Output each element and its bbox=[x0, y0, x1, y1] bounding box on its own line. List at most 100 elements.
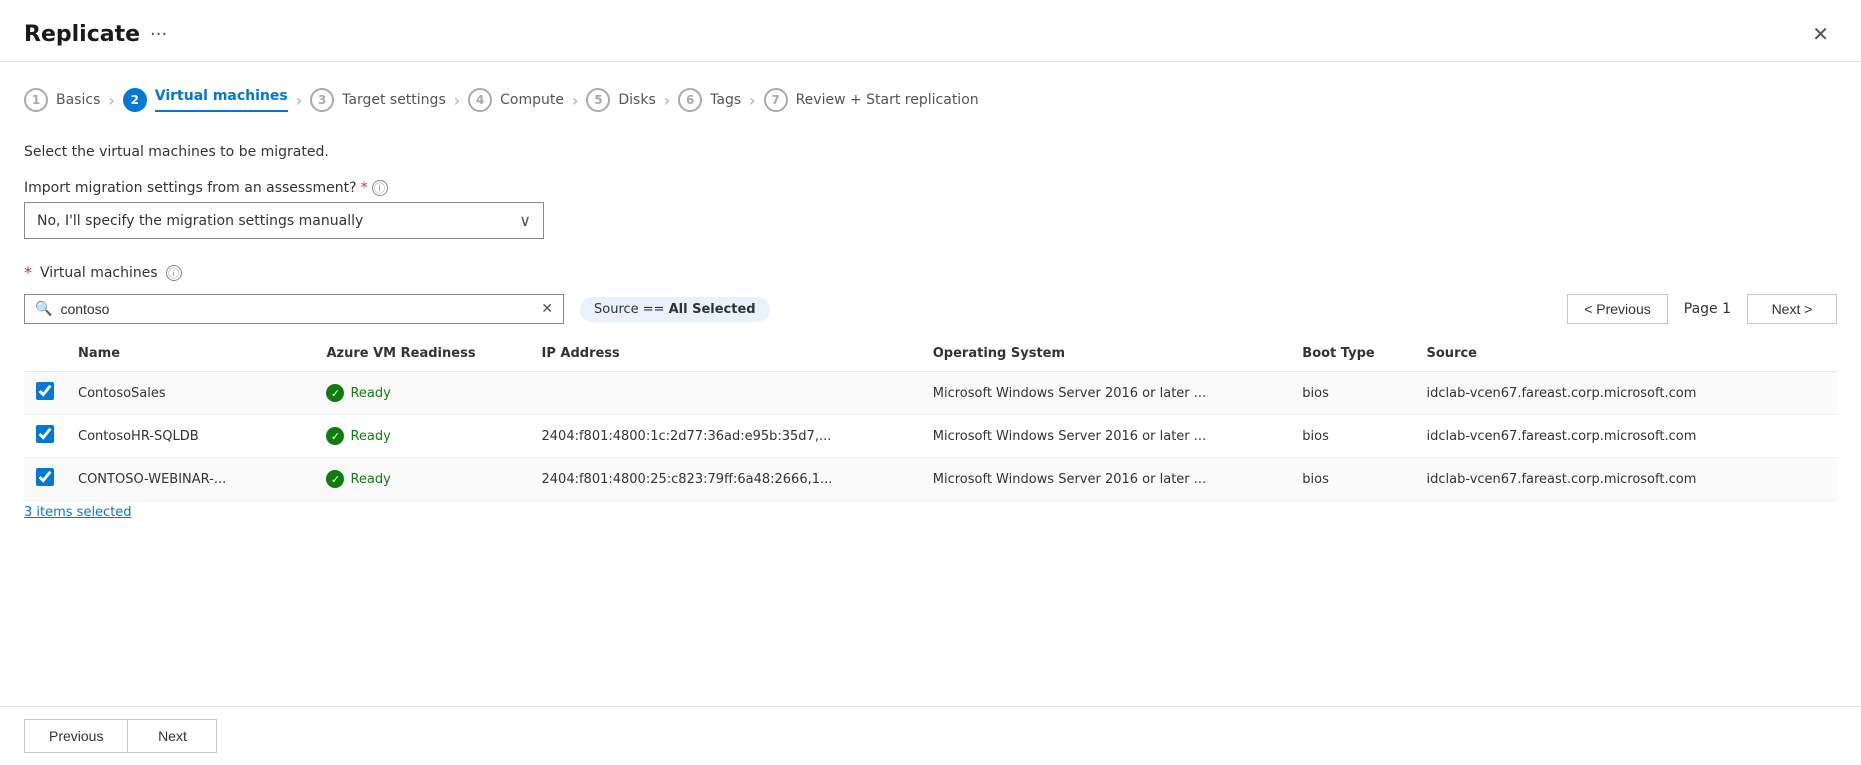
col-os-header: Operating System bbox=[921, 336, 1291, 372]
search-box[interactable]: 🔍 ✕ bbox=[24, 294, 564, 324]
step-4-label: Compute bbox=[500, 92, 564, 108]
controls-row: 🔍 ✕ Source == All Selected < Previous Pa… bbox=[24, 294, 1837, 324]
step-disks[interactable]: 5 Disks bbox=[586, 80, 655, 120]
table-row: ContosoSales ✓ Ready Microsoft Windows S… bbox=[24, 372, 1837, 415]
row-3-os: Microsoft Windows Server 2016 or later .… bbox=[921, 458, 1291, 501]
row-3-boot: bios bbox=[1290, 458, 1414, 501]
row-1-ready-label: Ready bbox=[350, 386, 390, 401]
row-3-source: idclab-vcen67.fareast.corp.microsoft.com bbox=[1415, 458, 1837, 501]
clear-search-icon[interactable]: ✕ bbox=[541, 301, 553, 317]
table-body: ContosoSales ✓ Ready Microsoft Windows S… bbox=[24, 372, 1837, 501]
row-1-os: Microsoft Windows Server 2016 or later .… bbox=[921, 372, 1291, 415]
row-3-ready-label: Ready bbox=[350, 472, 390, 487]
col-readiness-header: Azure VM Readiness bbox=[314, 336, 529, 372]
import-info-icon[interactable]: ⓘ bbox=[372, 180, 388, 196]
step-5-label: Disks bbox=[618, 92, 655, 108]
page-header: Replicate ··· ✕ bbox=[0, 0, 1861, 62]
row-3-checkbox-cell bbox=[24, 458, 66, 501]
vm-table-container: Name Azure VM Readiness IP Address Opera… bbox=[24, 336, 1837, 520]
vm-section: * Virtual machines ⓘ 🔍 ✕ Source == All S… bbox=[24, 263, 1837, 520]
table-header: Name Azure VM Readiness IP Address Opera… bbox=[24, 336, 1837, 372]
table-row: CONTOSO-WEBINAR-... ✓ Ready 2404:f801:48… bbox=[24, 458, 1837, 501]
step-basics[interactable]: 1 Basics bbox=[24, 80, 100, 120]
step-6-circle: 6 bbox=[678, 88, 702, 112]
import-dropdown-value: No, I'll specify the migration settings … bbox=[37, 213, 363, 229]
wizard-steps: 1 Basics › 2 Virtual machines › 3 Target… bbox=[0, 62, 1861, 120]
col-source-header: Source bbox=[1415, 336, 1837, 372]
pagination-controls: < Previous Page 1 Next > bbox=[1567, 294, 1837, 324]
step-sep-3: › bbox=[454, 91, 460, 110]
bottom-previous-button[interactable]: Previous bbox=[24, 719, 127, 753]
step-3-circle: 3 bbox=[310, 88, 334, 112]
page-title: Replicate bbox=[24, 22, 140, 47]
step-6-label: Tags bbox=[710, 92, 741, 108]
step-sep-4: › bbox=[572, 91, 578, 110]
import-field-label: Import migration settings from an assess… bbox=[24, 180, 1837, 196]
step-sep-1: › bbox=[108, 91, 114, 110]
bottom-next-button[interactable]: Next bbox=[127, 719, 217, 753]
row-3-checkbox[interactable] bbox=[36, 468, 54, 486]
row-3-ready-icon: ✓ bbox=[326, 470, 344, 488]
step-2-circle: 2 bbox=[123, 88, 147, 112]
col-name-header: Name bbox=[66, 336, 314, 372]
row-1-ready-icon: ✓ bbox=[326, 384, 344, 402]
row-2-readiness: ✓ Ready bbox=[314, 415, 529, 458]
row-1-source: idclab-vcen67.fareast.corp.microsoft.com bbox=[1415, 372, 1837, 415]
table-row: ContosoHR-SQLDB ✓ Ready 2404:f801:4800:1… bbox=[24, 415, 1837, 458]
more-options-icon[interactable]: ··· bbox=[150, 24, 167, 45]
row-3-readiness: ✓ Ready bbox=[314, 458, 529, 501]
step-5-circle: 5 bbox=[586, 88, 610, 112]
step-1-label: Basics bbox=[56, 92, 100, 108]
filter-pill[interactable]: Source == All Selected bbox=[580, 297, 770, 322]
row-1-boot: bios bbox=[1290, 372, 1414, 415]
row-2-checkbox[interactable] bbox=[36, 425, 54, 443]
page-label: Page 1 bbox=[1676, 301, 1739, 317]
step-review[interactable]: 7 Review + Start replication bbox=[764, 80, 979, 120]
search-input[interactable] bbox=[60, 301, 533, 317]
row-2-checkbox-cell bbox=[24, 415, 66, 458]
row-1-readiness: ✓ Ready bbox=[314, 372, 529, 415]
bottom-nav: Previous Next bbox=[0, 706, 1861, 765]
row-2-ip: 2404:f801:4800:1c:2d77:36ad:e95b:35d7,..… bbox=[530, 415, 921, 458]
row-2-name: ContosoHR-SQLDB bbox=[66, 415, 314, 458]
col-boot-header: Boot Type bbox=[1290, 336, 1414, 372]
step-virtual-machines[interactable]: 2 Virtual machines bbox=[123, 80, 288, 120]
step-sep-6: › bbox=[749, 91, 755, 110]
vm-info-icon[interactable]: ⓘ bbox=[166, 265, 182, 281]
vm-section-label: * Virtual machines ⓘ bbox=[24, 263, 1837, 282]
step-tags[interactable]: 6 Tags bbox=[678, 80, 741, 120]
step-3-label: Target settings bbox=[342, 92, 446, 108]
step-7-label: Review + Start replication bbox=[796, 92, 979, 108]
row-2-ready-icon: ✓ bbox=[326, 427, 344, 445]
table-header-row: Name Azure VM Readiness IP Address Opera… bbox=[24, 336, 1837, 372]
step-1-circle: 1 bbox=[24, 88, 48, 112]
col-ip-header: IP Address bbox=[530, 336, 921, 372]
row-2-ready-label: Ready bbox=[350, 429, 390, 444]
dropdown-arrow-icon: ∨ bbox=[519, 211, 531, 230]
row-3-ip: 2404:f801:4800:25:c823:79ff:6a48:2666,1.… bbox=[530, 458, 921, 501]
next-page-button[interactable]: Next > bbox=[1747, 294, 1837, 324]
step-4-circle: 4 bbox=[468, 88, 492, 112]
row-2-source: idclab-vcen67.fareast.corp.microsoft.com bbox=[1415, 415, 1837, 458]
content-area: Select the virtual machines to be migrat… bbox=[0, 120, 1861, 520]
vm-table: Name Azure VM Readiness IP Address Opera… bbox=[24, 336, 1837, 501]
vm-label-text: Virtual machines bbox=[40, 265, 158, 281]
close-button[interactable]: ✕ bbox=[1804, 18, 1837, 51]
row-1-checkbox[interactable] bbox=[36, 382, 54, 400]
import-required-star: * bbox=[361, 180, 368, 196]
title-area: Replicate ··· bbox=[24, 22, 167, 47]
search-icon: 🔍 bbox=[35, 301, 52, 317]
step-sep-2: › bbox=[296, 91, 302, 110]
step-compute[interactable]: 4 Compute bbox=[468, 80, 564, 120]
col-checkbox bbox=[24, 336, 66, 372]
vm-required-star: * bbox=[24, 263, 32, 282]
prev-page-button[interactable]: < Previous bbox=[1567, 294, 1668, 324]
section-description: Select the virtual machines to be migrat… bbox=[24, 144, 1837, 160]
step-target-settings[interactable]: 3 Target settings bbox=[310, 80, 446, 120]
row-1-name: ContosoSales bbox=[66, 372, 314, 415]
step-2-label: Virtual machines bbox=[155, 88, 288, 112]
step-sep-5: › bbox=[664, 91, 670, 110]
selected-count-link[interactable]: 3 items selected bbox=[24, 505, 132, 520]
row-1-ip bbox=[530, 372, 921, 415]
import-dropdown[interactable]: No, I'll specify the migration settings … bbox=[24, 202, 544, 239]
